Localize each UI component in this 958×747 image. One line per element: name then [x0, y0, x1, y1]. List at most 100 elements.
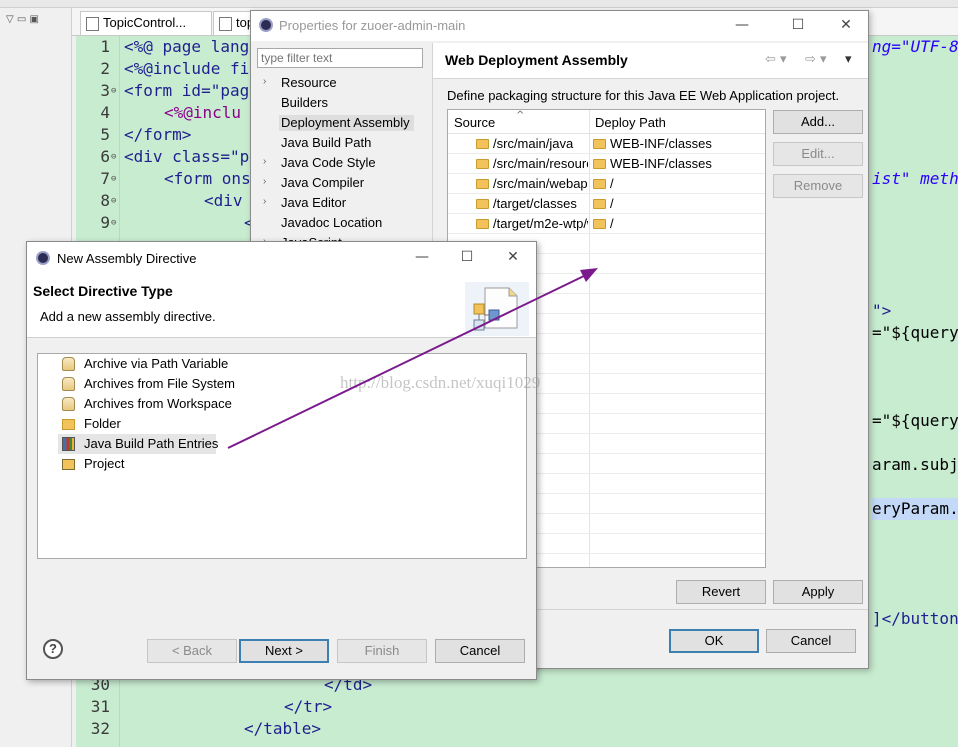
code-fragment: ]</button> — [872, 609, 958, 628]
wizard-cancel-button[interactable]: Cancel — [435, 639, 525, 663]
revert-button[interactable]: Revert — [676, 580, 766, 604]
wizard-subheading: Add a new assembly directive. — [40, 309, 216, 324]
directive-label: Archive via Path Variable — [84, 356, 229, 371]
new-assembly-directive-dialog: New Assembly Directive — ☐ ✕ Select Dire… — [26, 241, 537, 680]
fold-toggle-icon[interactable]: ⊖ — [111, 86, 116, 96]
deploy-path-cell: WEB-INF/classes — [610, 136, 712, 151]
filter-input[interactable] — [257, 48, 423, 68]
remove-button[interactable]: Remove — [773, 174, 863, 198]
table-row[interactable]: /target/m2e-wtp/web-resources / — [448, 214, 765, 234]
tree-item-java-build-path[interactable]: Java Build Path — [257, 133, 417, 153]
minimize-icon[interactable]: — — [411, 247, 433, 267]
add-button[interactable]: Add... — [773, 110, 863, 134]
close-icon[interactable]: ✕ — [502, 247, 524, 267]
fold-toggle-icon[interactable]: ⊖ — [111, 152, 116, 162]
code-fragment: ="${query — [872, 323, 958, 342]
java-file-icon — [86, 17, 99, 31]
project-icon — [62, 459, 75, 470]
view-menu-icon[interactable]: ▾ — [845, 52, 852, 67]
source-folder-icon — [476, 179, 489, 189]
wizard-title: New Assembly Directive — [57, 251, 197, 266]
code-line: </form> — [124, 125, 192, 144]
tree-item-label: Deployment Assembly — [279, 115, 414, 131]
directive-java-build-path-entries[interactable]: Java Build Path Entries — [58, 434, 218, 454]
column-header-source[interactable]: Source — [454, 115, 495, 130]
properties-cancel-button[interactable]: Cancel — [766, 629, 856, 653]
tree-item-deployment-assembly[interactable]: Deployment Assembly — [257, 113, 427, 133]
source-cell: /src/main/java — [493, 136, 574, 151]
back-button[interactable]: < Back — [147, 639, 237, 663]
directive-label: Archives from Workspace — [84, 396, 232, 411]
tree-item-builders[interactable]: Builders — [257, 93, 417, 113]
source-folder-icon — [476, 219, 489, 229]
next-button[interactable]: Next > — [239, 639, 329, 663]
source-cell: /target/classes — [493, 196, 577, 211]
source-folder-icon — [476, 139, 489, 149]
properties-tree: › Resource Builders Deployment Assembly … — [257, 73, 427, 250]
directive-archives-from-file-system[interactable]: Archives from File System — [58, 374, 235, 394]
expand-arrow-icon[interactable]: › — [263, 176, 266, 187]
expand-arrow-icon[interactable]: › — [263, 156, 266, 167]
forward-arrow-icon[interactable]: ⇨ ▾ — [805, 52, 827, 67]
tree-item-label: Java Compiler — [281, 175, 365, 190]
directive-label: Java Build Path Entries — [84, 436, 219, 451]
tree-item-label: Java Code Style — [281, 155, 376, 170]
line-number: 3 — [100, 81, 110, 100]
column-header-deploy-path[interactable]: Deploy Path — [595, 115, 666, 130]
wizard-titlebar[interactable]: New Assembly Directive — ☐ ✕ — [27, 242, 536, 274]
code-line: </table> — [244, 719, 322, 738]
maximize-icon[interactable]: ☐ — [787, 15, 809, 35]
page-header: Web Deployment Assembly ⇦ ▾ ⇨ ▾ ▾ — [433, 43, 868, 79]
table-row[interactable]: /src/main/java WEB-INF/classes — [448, 134, 765, 154]
deploy-path-cell: / — [610, 196, 614, 211]
directive-archives-from-workspace[interactable]: Archives from Workspace — [58, 394, 233, 414]
tree-item-label: Builders — [281, 95, 328, 110]
source-cell: /src/main/resources — [493, 156, 588, 171]
table-header: Source ^ Deploy Path — [448, 110, 765, 134]
finish-button[interactable]: Finish — [337, 639, 427, 663]
code-line: <%@include fi — [124, 59, 250, 78]
table-row[interactable]: /src/main/webapp / — [448, 174, 765, 194]
maximize-icon[interactable]: ☐ — [456, 247, 478, 267]
ok-button[interactable]: OK — [669, 629, 759, 653]
page-description: Define packaging structure for this Java… — [447, 88, 840, 103]
apply-button[interactable]: Apply — [773, 580, 863, 604]
eclipse-icon — [259, 18, 273, 32]
close-icon[interactable]: ✕ — [835, 15, 857, 35]
help-icon[interactable]: ? — [43, 639, 63, 659]
code-line: <div class="p — [124, 147, 250, 166]
fold-toggle-icon[interactable]: ⊖ — [111, 196, 116, 206]
line-number: 5 — [100, 125, 110, 144]
edit-button[interactable]: Edit... — [773, 142, 863, 166]
tree-item-label: Java Build Path — [281, 135, 372, 150]
tree-item-javadoc-location[interactable]: Javadoc Location — [257, 213, 417, 233]
fold-toggle-icon[interactable]: ⊖ — [111, 218, 116, 228]
tree-item-java-compiler[interactable]: › Java Compiler — [257, 173, 417, 193]
tree-item-java-code-style[interactable]: › Java Code Style — [257, 153, 417, 173]
deploy-folder-icon — [593, 179, 606, 189]
view-menu-icon[interactable]: ▽ ▭ ▣ — [6, 14, 39, 25]
line-number: 6 — [100, 147, 110, 166]
code-fragment: "> — [872, 301, 892, 320]
table-row[interactable]: /src/main/resources WEB-INF/classes — [448, 154, 765, 174]
fold-toggle-icon[interactable]: ⊖ — [111, 174, 116, 184]
source-cell: /target/m2e-wtp/web-resources — [493, 216, 588, 231]
line-number: 32 — [90, 719, 110, 738]
directive-archive-via-path-variable[interactable]: Archive via Path Variable — [58, 354, 228, 374]
line-number: 9 — [100, 213, 110, 232]
tree-item-label: Javadoc Location — [281, 215, 383, 230]
tree-item-resource[interactable]: › Resource — [257, 73, 417, 93]
code-fragment: ="${queryP — [872, 411, 958, 430]
editor-tab[interactable]: TopicControl... — [80, 11, 212, 35]
directive-project[interactable]: Project — [58, 454, 158, 474]
line-number: 31 — [90, 697, 110, 716]
table-row[interactable]: /target/classes / — [448, 194, 765, 214]
expand-arrow-icon[interactable]: › — [263, 196, 266, 207]
expand-arrow-icon[interactable]: › — [263, 76, 266, 87]
back-arrow-icon[interactable]: ⇦ ▾ — [765, 52, 787, 67]
tree-item-java-editor[interactable]: › Java Editor — [257, 193, 417, 213]
tree-item-label: Java Editor — [281, 195, 347, 210]
directive-folder[interactable]: Folder — [58, 414, 158, 434]
minimize-icon[interactable]: — — [731, 15, 753, 35]
properties-titlebar[interactable]: Properties for zuoer-admin-main — ☐ ✕ — [251, 11, 868, 41]
